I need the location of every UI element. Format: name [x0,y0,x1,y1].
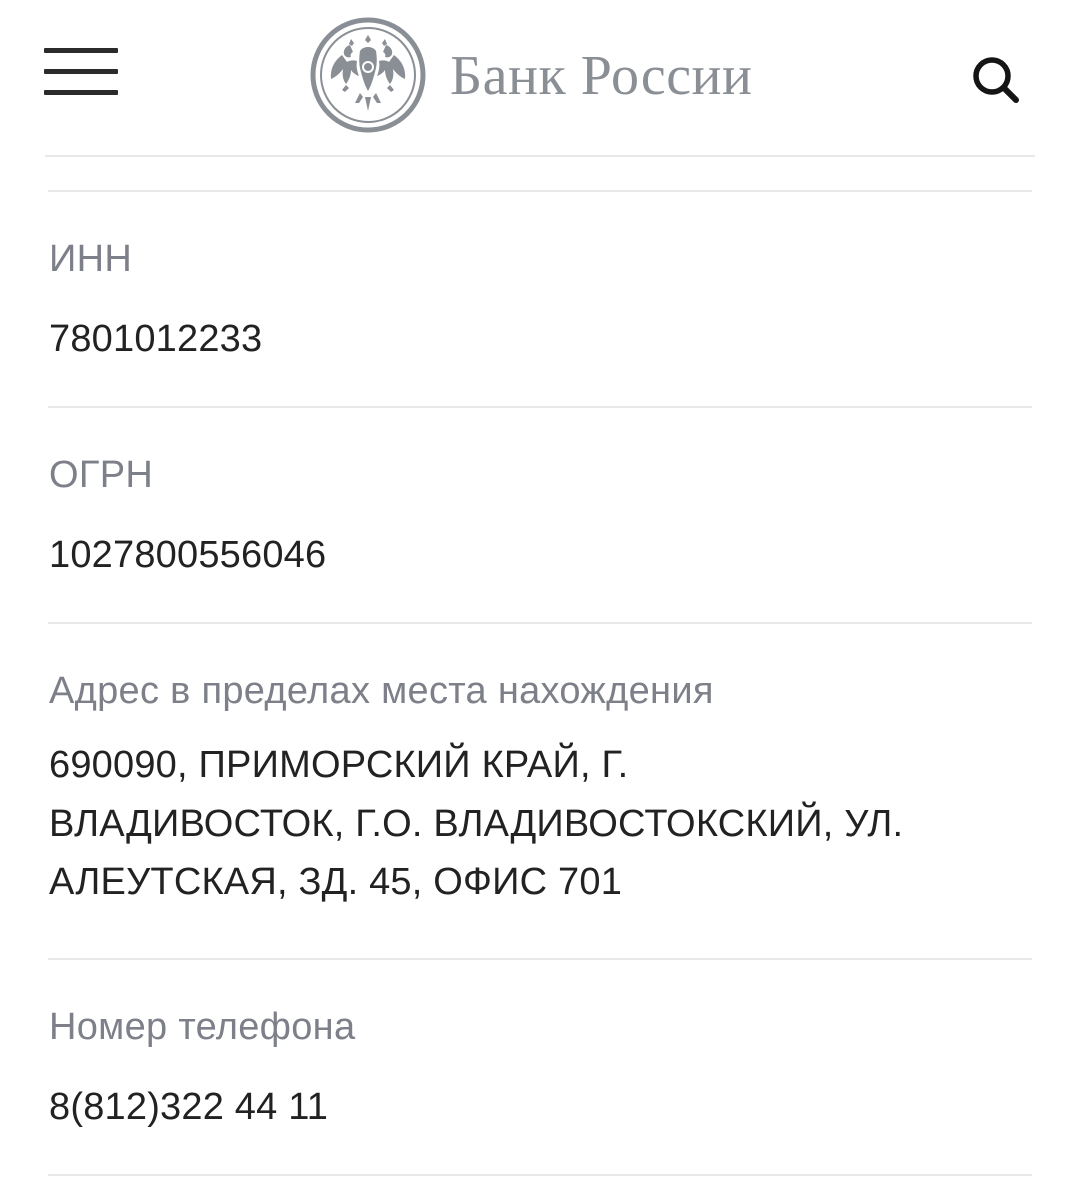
phone-value: 8(812)322 44 11 [49,1086,329,1128]
brand-logo-link[interactable]: Банк России [310,16,752,134]
ogrn-value: 1027800556046 [49,534,327,576]
brand-name: Банк России [450,45,753,107]
inn-label: ИНН [49,238,133,280]
search-icon[interactable] [968,52,1024,108]
menu-line [44,69,118,74]
header-divider [45,155,1035,157]
company-details: ИНН 7801012233 ОГРН 1027800556046 Адрес … [48,190,1032,1176]
search-glyph [973,57,1019,103]
phone-field: Номер телефона 8(812)322 44 11 [48,960,1032,1176]
address-line-3: АЛЕУТСКАЯ, ЗД. 45, ОФИС 701 [49,861,623,903]
menu-line [44,90,118,95]
inn-field: ИНН 7801012233 [48,192,1032,408]
hamburger-menu-icon[interactable] [44,48,118,98]
ogrn-field: ОГРН 1027800556046 [48,408,1032,624]
address-line-2: ВЛАДИВОСТОК, Г.О. ВЛАДИВОСТОКСКИЙ, УЛ. [49,802,904,845]
ogrn-label: ОГРН [49,454,154,496]
address-line-1: 690090, ПРИМОРСКИЙ КРАЙ, Г. [49,744,629,786]
address-value: 690090, ПРИМОРСКИЙ КРАЙ, Г. ВЛАДИВОСТОК,… [49,736,1033,912]
inn-value: 7801012233 [49,318,263,360]
menu-line [44,48,118,53]
address-field: Адрес в пределах места нахождения 690090… [48,624,1032,960]
double-headed-eagle-emblem-icon [310,17,426,133]
phone-label: Номер телефона [49,1006,356,1048]
app-header: Банк России [0,0,1080,156]
address-label: Адрес в пределах места нахождения [49,670,714,712]
